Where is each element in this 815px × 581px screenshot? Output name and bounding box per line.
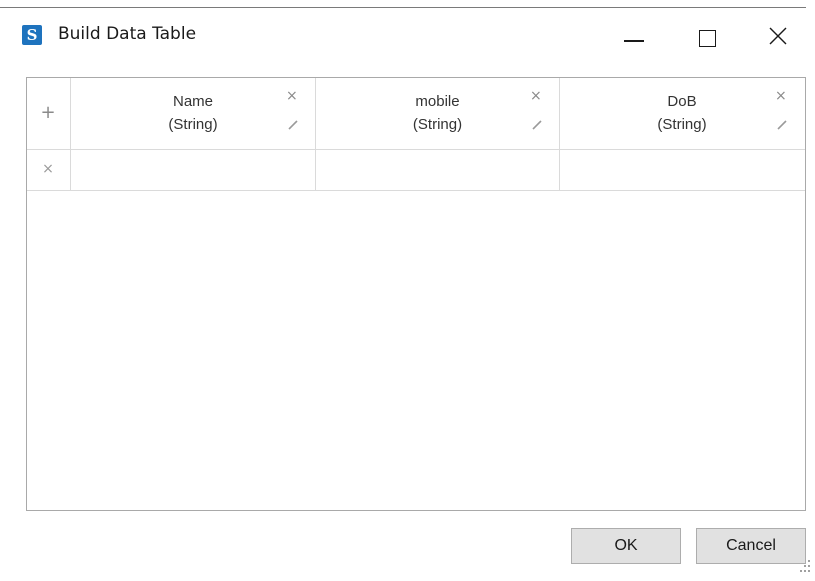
column-name-label: DoB bbox=[667, 93, 697, 110]
data-table-grid: + Name (String) × mobile (String) × DoB bbox=[26, 77, 806, 511]
maximize-button[interactable] bbox=[683, 16, 729, 54]
column-type-label: (String) bbox=[168, 116, 218, 133]
column-type-label: (String) bbox=[412, 116, 463, 133]
table-cell-dob[interactable] bbox=[560, 150, 805, 190]
add-column-plus-icon[interactable]: + bbox=[40, 104, 56, 122]
minimize-button[interactable] bbox=[611, 16, 657, 54]
column-header-name: Name (String) × bbox=[71, 78, 316, 150]
table-cell-name[interactable] bbox=[71, 150, 316, 190]
column-name-label: mobile bbox=[415, 93, 460, 110]
close-icon bbox=[769, 27, 787, 45]
remove-column-close-icon[interactable]: × bbox=[530, 89, 542, 103]
header-corner-cell: + bbox=[27, 78, 71, 150]
edit-column-pencil-icon[interactable] bbox=[286, 118, 300, 132]
close-button[interactable] bbox=[755, 16, 801, 54]
remove-column-close-icon[interactable]: × bbox=[286, 89, 298, 103]
window-title: Build Data Table bbox=[58, 24, 197, 44]
table-cell-mobile[interactable] bbox=[316, 150, 560, 190]
edit-column-pencil-icon[interactable] bbox=[530, 118, 544, 132]
remove-column-close-icon[interactable]: × bbox=[775, 89, 787, 103]
edit-column-pencil-icon[interactable] bbox=[775, 118, 789, 132]
ok-button[interactable]: OK bbox=[571, 528, 681, 564]
column-type-label: (String) bbox=[657, 116, 707, 133]
title-bar[interactable]: S Build Data Table bbox=[0, 8, 815, 60]
delete-row-close-icon[interactable]: × bbox=[42, 162, 54, 176]
column-header-mobile: mobile (String) × bbox=[316, 78, 560, 150]
column-header-dob: DoB (String) × bbox=[560, 78, 804, 150]
app-logo-icon: S bbox=[22, 25, 42, 45]
table-header-row: + Name (String) × mobile (String) × DoB bbox=[27, 78, 805, 150]
resize-grip-icon[interactable] bbox=[800, 558, 812, 578]
row-delete-cell: × bbox=[27, 150, 71, 190]
table-row: × bbox=[27, 150, 805, 191]
cancel-button[interactable]: Cancel bbox=[696, 528, 806, 564]
build-data-table-dialog: S Build Data Table + Name (String) × mob… bbox=[0, 0, 815, 581]
column-name-label: Name bbox=[172, 93, 213, 110]
